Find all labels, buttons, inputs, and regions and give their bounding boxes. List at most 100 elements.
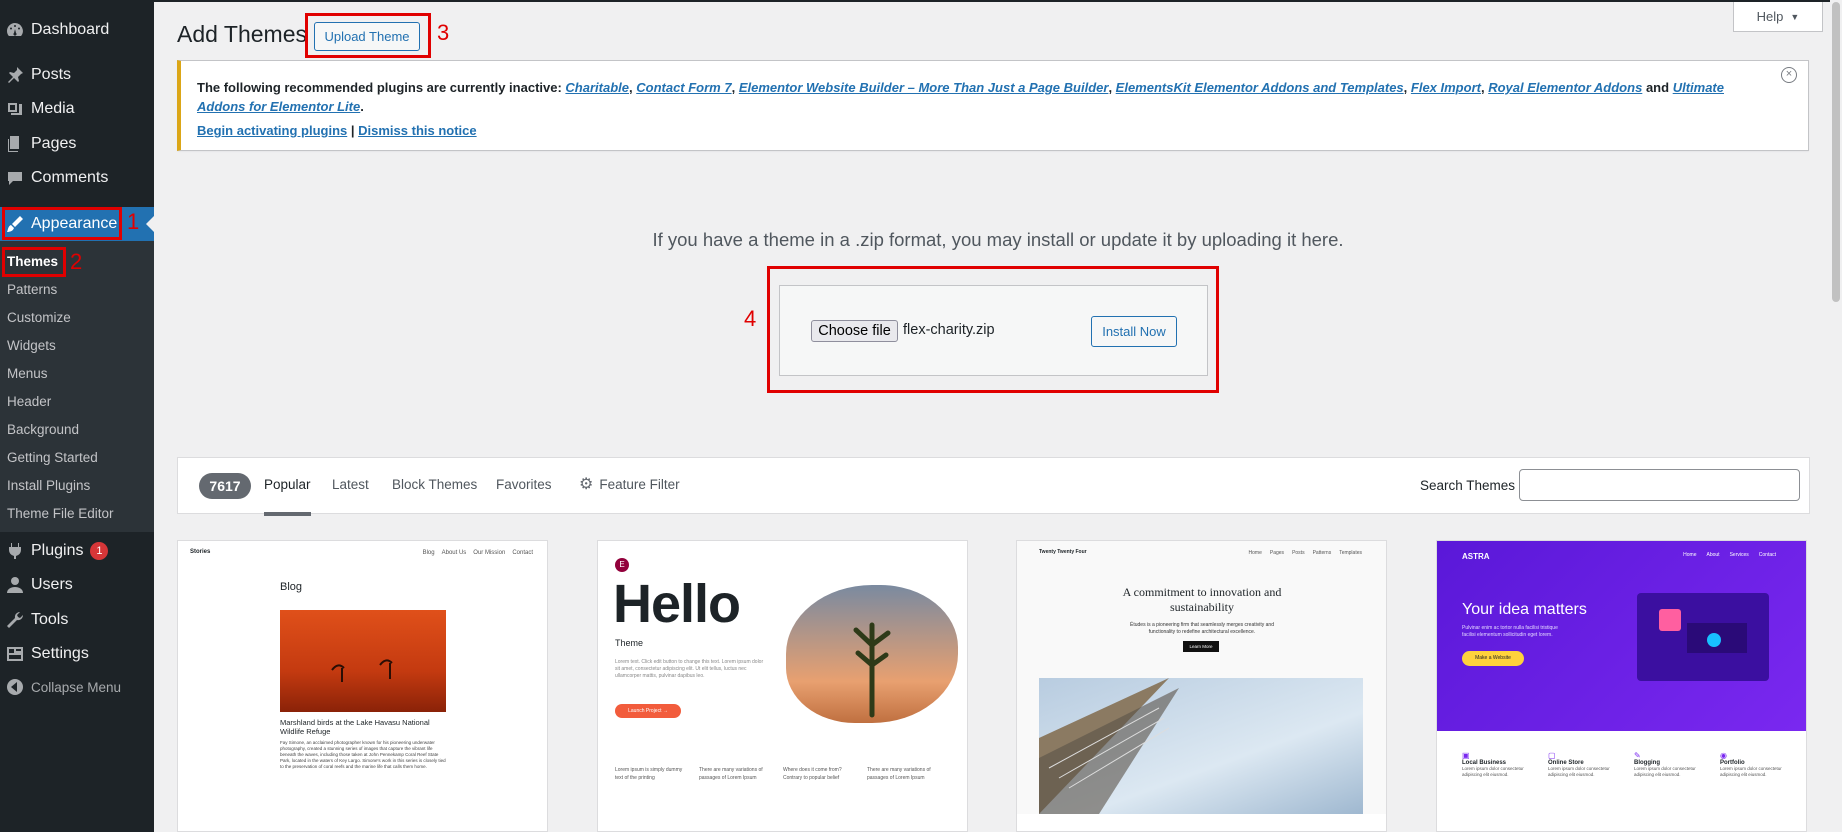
submenu-patterns[interactable]: Patterns — [7, 282, 57, 297]
tab-popular[interactable]: Popular — [264, 477, 311, 516]
tt4-nav-item: Templates — [1339, 550, 1362, 556]
close-icon[interactable]: × — [1781, 67, 1797, 83]
submenu-background[interactable]: Background — [7, 422, 79, 437]
feature-filter-button[interactable]: ⚙ Feature Filter — [579, 474, 680, 494]
admin-sidebar: Dashboard Posts Media Pages Comments App… — [0, 0, 154, 832]
selected-file-name: flex-charity.zip — [903, 322, 995, 338]
menu-label: Comments — [31, 169, 109, 186]
feature-filter-label: Feature Filter — [599, 476, 680, 492]
elementor-logo: E — [615, 558, 629, 572]
annotation-number-4: 4 — [744, 306, 757, 331]
menu-users[interactable]: Users — [0, 568, 154, 602]
notice-separator: | — [350, 123, 355, 138]
theme-card-twenty-twenty-four[interactable]: Twenty Twenty Four Home Pages Posts Patt… — [1016, 540, 1387, 832]
stories-nav-item: Blog — [422, 550, 435, 556]
menu-label: Media — [31, 100, 75, 117]
menu-settings[interactable]: Settings — [0, 637, 154, 671]
plugin-link-contact-form-7[interactable]: Contact Form 7 — [636, 80, 731, 95]
tab-block-themes[interactable]: Block Themes — [392, 477, 477, 492]
menu-media[interactable]: Media — [0, 92, 154, 126]
submenu-customize[interactable]: Customize — [7, 310, 71, 325]
choose-file-button[interactable]: Choose file — [811, 320, 898, 342]
menu-posts[interactable]: Posts — [0, 58, 154, 92]
plugin-link-elementskit[interactable]: ElementsKit Elementor Addons and Templat… — [1116, 80, 1404, 95]
tt4-nav-item: Home — [1248, 550, 1262, 556]
plugin-link-royal-elementor[interactable]: Royal Elementor Addons — [1488, 80, 1642, 95]
tt4-cta-button: Learn More — [1183, 641, 1219, 652]
hello-feature: Where does it come from? Contrary to pop… — [783, 767, 842, 781]
plugin-icon — [0, 541, 30, 561]
astra-feature-text: Lorem ipsum dolor consectetur adipiscing… — [1548, 766, 1610, 777]
admin-bar-edge — [154, 0, 1842, 2]
menu-label: Dashboard — [31, 21, 110, 38]
submenu-header[interactable]: Header — [7, 394, 51, 409]
user-icon — [0, 575, 30, 595]
submenu-theme-file-editor[interactable]: Theme File Editor — [7, 506, 114, 521]
submenu-getting-started[interactable]: Getting Started — [7, 450, 98, 465]
tt4-nav-item: Patterns — [1312, 550, 1332, 556]
annotation-number-1: 1 — [127, 209, 140, 234]
submenu-install-plugins[interactable]: Install Plugins — [7, 478, 90, 493]
upload-theme-button[interactable]: Upload Theme — [314, 22, 420, 51]
stories-hero-image — [280, 610, 446, 712]
menu-label: Plugins — [31, 542, 84, 559]
annotation-number-2: 2 — [70, 249, 83, 274]
cactus-image — [786, 585, 958, 723]
menu-dashboard[interactable]: Dashboard — [0, 13, 154, 47]
dismiss-notice-link[interactable]: Dismiss this notice — [358, 123, 476, 138]
submenu-menus[interactable]: Menus — [7, 366, 48, 381]
menu-pages[interactable]: Pages — [0, 127, 154, 161]
cart-icon: ▢ — [1548, 751, 1556, 760]
theme-screenshot: ASTRA Home About Services Contact Your i… — [1437, 541, 1806, 814]
brush-icon — [0, 214, 30, 234]
astra-feature: ▣ Local Business Lorem ipsum dolor conse… — [1462, 751, 1534, 778]
birds-image — [331, 659, 393, 682]
plugin-link-flex-import[interactable]: Flex Import — [1411, 80, 1481, 95]
install-now-button[interactable]: Install Now — [1091, 316, 1177, 347]
theme-card-astra[interactable]: ASTRA Home About Services Contact Your i… — [1436, 540, 1807, 832]
scrollbar-thumb[interactable] — [1832, 2, 1840, 302]
astra-illustration — [1637, 593, 1769, 681]
gear-icon: ⚙ — [579, 476, 594, 493]
tab-favorites[interactable]: Favorites — [496, 477, 552, 492]
theme-card-stories[interactable]: Stories Blog About Us Our Mission Contac… — [177, 540, 548, 832]
tt4-subtext: Études is a pioneering firm that seamles… — [1130, 622, 1274, 635]
theme-count-badge: 7617 — [199, 473, 251, 499]
theme-card-hello[interactable]: E Hello Theme Lorem text. Click edit but… — [597, 540, 968, 832]
hello-title: Hello — [613, 574, 741, 634]
menu-label: Posts — [31, 66, 72, 83]
hello-feature: Lorem ipsum is simply dummy text of the … — [615, 767, 683, 781]
menu-comments[interactable]: Comments — [0, 161, 154, 195]
astra-nav: Home About Services Contact — [1683, 552, 1776, 558]
search-themes-input[interactable] — [1519, 469, 1800, 501]
stories-brand: Stories — [190, 549, 211, 555]
astra-features: ▣ Local Business Lorem ipsum dolor conse… — [1462, 751, 1792, 778]
stories-nav-item: Contact — [512, 550, 533, 556]
submenu-themes[interactable]: Themes — [7, 254, 58, 269]
collapse-menu-button[interactable]: Collapse Menu — [0, 670, 154, 704]
upload-instructions: If you have a theme in a .zip format, yo… — [652, 229, 1344, 250]
astra-hero: ASTRA Home About Services Contact Your i… — [1437, 541, 1806, 731]
page-scrollbar[interactable] — [1830, 0, 1842, 832]
stories-post-body: Fay Simone, an acclaimed photographer kn… — [280, 740, 446, 769]
help-tab-button[interactable]: Help ▼ — [1733, 2, 1823, 32]
portfolio-icon: ◉ — [1720, 751, 1727, 760]
dashboard-icon — [0, 20, 30, 40]
hello-feature: There are many variations of passages of… — [867, 767, 931, 781]
store-icon: ▣ — [1462, 751, 1470, 760]
cactus-plant — [853, 622, 891, 718]
comment-icon — [0, 168, 30, 188]
begin-activating-link[interactable]: Begin activating plugins — [197, 123, 347, 138]
menu-plugins[interactable]: Plugins 1 — [0, 534, 154, 568]
plugin-link-elementor[interactable]: Elementor Website Builder – More Than Ju… — [739, 80, 1109, 95]
menu-tools[interactable]: Tools — [0, 603, 154, 637]
astra-nav-item: About — [1706, 552, 1720, 558]
stories-post-title: Marshland birds at the Lake Havasu Natio… — [280, 718, 430, 736]
tt4-building-image — [1039, 678, 1363, 814]
submenu-widgets[interactable]: Widgets — [7, 338, 56, 353]
plugin-link-charitable[interactable]: Charitable — [565, 80, 629, 95]
stories-nav: Blog About Us Our Mission Contact — [423, 549, 533, 557]
building-graphic — [1039, 678, 1179, 814]
tt4-headline: A commitment to innovation and sustainab… — [1122, 585, 1282, 614]
tab-latest[interactable]: Latest — [332, 477, 369, 492]
